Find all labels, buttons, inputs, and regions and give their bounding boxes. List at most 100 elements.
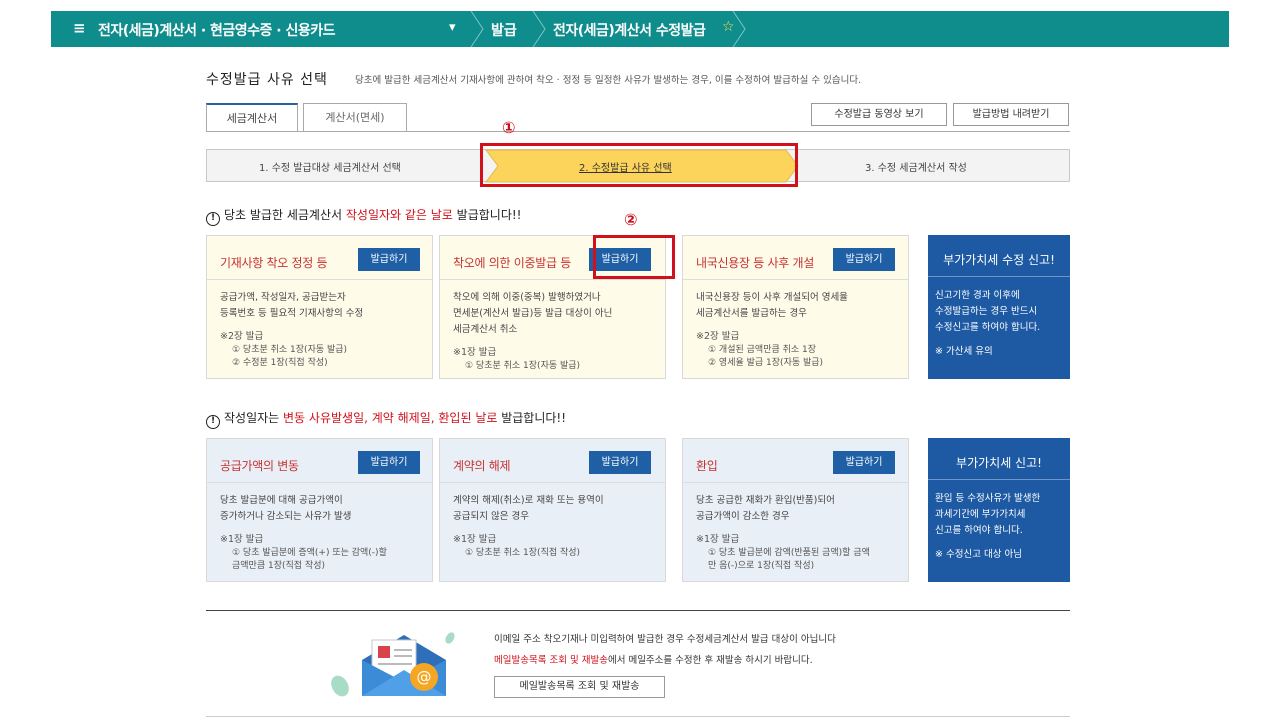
sub-item: ① 당초분 취소 1장(자동 발급) (232, 345, 348, 355)
desc-line: 공급되지 않은 경우 (453, 511, 529, 522)
card-title: 착오에 의한 이중발급 등 (453, 256, 571, 270)
menu-icon[interactable]: ≡ (73, 19, 86, 37)
desc-line: 계약의 해제(취소)로 재화 또는 용역이 (453, 495, 604, 506)
issue-button[interactable]: 발급하기 (358, 248, 420, 271)
email-resend-info: 메일발송목록 조회 및 재발송에서 메일주소를 수정한 후 재발송 하시기 바랍… (494, 652, 813, 666)
desc-line: 신고를 하여야 합니다. (935, 525, 1023, 536)
card-note: ※2장 발급 (220, 331, 264, 342)
sub-item: ① 개설된 금액만큼 취소 1장 (708, 345, 817, 355)
card-description: 계약의 해제(취소)로 재화 또는 용역이 공급되지 않은 경우 (453, 493, 658, 525)
tab-divider (206, 131, 1070, 132)
download-guide-button[interactable]: 발급방법 내려받기 (953, 103, 1069, 126)
issue-button[interactable]: 발급하기 (358, 451, 420, 474)
card-title: 환입 (696, 459, 718, 473)
issue-button[interactable]: 발급하기 (833, 451, 895, 474)
sub-item: 만 음(-)으로 1장(직접 작성) (708, 561, 815, 571)
sub-item: ① 당초분 취소 1장(직접 작성) (465, 548, 581, 558)
divider (207, 279, 432, 280)
divider (928, 276, 1070, 277)
desc-line: 당초 발급분에 대해 공급가액이 (220, 495, 343, 506)
breadcrumb-separator-icon (470, 11, 484, 47)
note-text: 당초 발급한 세금계산서 (224, 208, 346, 222)
chevron-down-icon[interactable]: ▾ (449, 20, 456, 35)
desc-line: 증가하거나 감소되는 사유가 발생 (220, 511, 352, 522)
card-sub-list: ① 당초 발급분에 감액(반품된 금액)할 금액 만 음(-)으로 1장(직접 … (708, 547, 870, 573)
step-1: 1. 수정 발급대상 세금계산서 선택 (259, 163, 401, 174)
card-contract-cancel: 계약의 해제 발급하기 계약의 해제(취소)로 재화 또는 용역이 공급되지 않… (439, 438, 666, 582)
desc-line: 과세기간에 부가가치세 (935, 509, 1026, 520)
note-text: 작성일자는 (224, 411, 284, 425)
svg-text:@: @ (417, 668, 432, 686)
email-list-link[interactable]: 메일발송목록 조회 및 재발송 (494, 655, 608, 666)
desc-line: 수정신고를 하여야 합니다. (935, 322, 1041, 333)
desc-line: 착오에 의해 이중(중복) 발행하였거나 (453, 292, 601, 303)
alert-icon: ! (206, 212, 220, 226)
marker-2: ② (624, 210, 638, 229)
breadcrumb-category[interactable]: 전자(세금)계산서 · 현금영수증 · 신용카드 (98, 20, 336, 40)
alert-icon: ! (206, 415, 220, 429)
watch-video-button[interactable]: 수정발급 동영상 보기 (811, 103, 947, 126)
desc-line: 환입 등 수정사유가 발생한 (935, 493, 1041, 504)
card-sub-list: ① 당초분 취소 1장(자동 발급) (465, 360, 580, 373)
page-title: 수정발급 사유 선택 (206, 72, 328, 88)
sub-item: ② 영세율 발급 1장(자동 발급) (708, 358, 824, 368)
tab-tax-invoice[interactable]: 세금계산서 (206, 103, 298, 132)
desc-line: 내국신용장 등이 사후 개설되어 영세율 (696, 292, 848, 303)
desc-line: 당초 공급한 재화가 환입(반품)되어 (696, 495, 835, 506)
bottom-divider (206, 716, 1070, 717)
breadcrumb-separator-icon (732, 11, 746, 47)
card-description: 당초 공급한 재화가 환입(반품)되어 공급가액이 감소한 경우 (696, 493, 901, 525)
tab-invoice-exempt[interactable]: 계산서(면세) (303, 103, 407, 132)
top-navigation-bar: ≡ 전자(세금)계산서 · 현금영수증 · 신용카드 ▾ 발급 전자(세금)계산… (51, 11, 1229, 47)
notice-description: 환입 등 수정사유가 발생한 과세기간에 부가가치세 신고를 하여야 합니다. (935, 491, 1071, 539)
card-note: ※1장 발급 (220, 534, 264, 545)
note-text: 발급합니다!! (497, 411, 567, 425)
card-supply-change: 공급가액의 변동 발급하기 당초 발급분에 대해 공급가액이 증가하거나 감소되… (206, 438, 433, 582)
info-text: 에서 메일주소를 수정한 후 재발송 하시기 바랍니다. (607, 655, 813, 666)
sub-item: ② 수정분 1장(직접 작성) (232, 358, 328, 368)
card-note: ※1장 발급 (453, 534, 497, 545)
card-description: 공급가액, 작성일자, 공급받는자 등록번호 등 필요적 기재사항의 수정 (220, 290, 425, 322)
divider (440, 279, 665, 280)
divider (207, 482, 432, 483)
divider (928, 479, 1070, 480)
breadcrumb-issue[interactable]: 발급 (491, 20, 517, 40)
sub-item: ① 당초 발급분에 감액(반품된 금액)할 금액 (708, 548, 870, 558)
section-2-note: ! 작성일자는 변동 사유발생일, 계약 해제일, 환입된 날로 발급합니다!! (206, 409, 566, 429)
email-list-button[interactable]: 메일발송목록 조회 및 재발송 (494, 676, 665, 698)
section-divider (206, 610, 1070, 611)
notice-warning: ※ 수정신고 대상 아님 (935, 549, 1022, 560)
sub-item: ① 당초분 취소 1장(자동 발급) (465, 361, 581, 371)
card-sub-list: ① 개설된 금액만큼 취소 1장 ② 영세율 발급 1장(자동 발급) (708, 344, 823, 370)
divider (440, 482, 665, 483)
card-title: 계약의 해제 (453, 459, 511, 473)
vat-report-notice: 부가가치세 신고! 환입 등 수정사유가 발생한 과세기간에 부가가치세 신고를… (928, 438, 1070, 582)
page-description: 당초에 발급한 세금계산서 기재사항에 관하여 착오 · 정정 등 일정한 사유… (355, 75, 862, 86)
desc-line: 공급가액, 작성일자, 공급받는자 (220, 292, 346, 303)
desc-line: 면세분(계산서 발급)등 발급 대상이 아닌 (453, 308, 613, 319)
note-highlight: 변동 사유발생일, 계약 해제일, 환입된 날로 (283, 411, 498, 425)
note-highlight: 작성일자와 같은 날로 (345, 208, 453, 222)
card-description: 당초 발급분에 대해 공급가액이 증가하거나 감소되는 사유가 발생 (220, 493, 425, 525)
card-title: 공급가액의 변동 (220, 459, 299, 473)
divider (683, 482, 908, 483)
breadcrumb-separator-icon (532, 11, 546, 47)
desc-line: 등록번호 등 필요적 기재사항의 수정 (220, 308, 364, 319)
notice-description: 신고기한 경과 이후에 수정발급하는 경우 반드시 수정신고를 하여야 합니다. (935, 288, 1071, 336)
notice-title: 부가가치세 신고! (956, 456, 1042, 470)
card-title: 기재사항 착오 정정 등 (220, 256, 328, 270)
breadcrumb-current-page: 전자(세금)계산서 수정발급 (553, 23, 706, 39)
email-info-text: 이메일 주소 착오기재나 미입력하여 발급한 경우 수정세금계산서 발급 대상이… (494, 634, 836, 645)
marker-1: ① (502, 118, 516, 137)
divider (683, 279, 908, 280)
highlight-box-2 (593, 235, 675, 279)
card-return: 환입 발급하기 당초 공급한 재화가 환입(반품)되어 공급가액이 감소한 경우… (682, 438, 909, 582)
desc-line: 수정발급하는 경우 반드시 (935, 306, 1038, 317)
issue-button[interactable]: 발급하기 (589, 451, 651, 474)
card-note: ※2장 발급 (696, 331, 740, 342)
card-sub-list: ① 당초분 취소 1장(직접 작성) (465, 547, 580, 560)
card-letter-of-credit: 내국신용장 등 사후 개설 발급하기 내국신용장 등이 사후 개설되어 영세율 … (682, 235, 909, 379)
issue-button[interactable]: 발급하기 (833, 248, 895, 271)
highlight-box-1 (480, 143, 798, 187)
sub-item: 금액만큼 1장(직접 작성) (232, 561, 325, 571)
